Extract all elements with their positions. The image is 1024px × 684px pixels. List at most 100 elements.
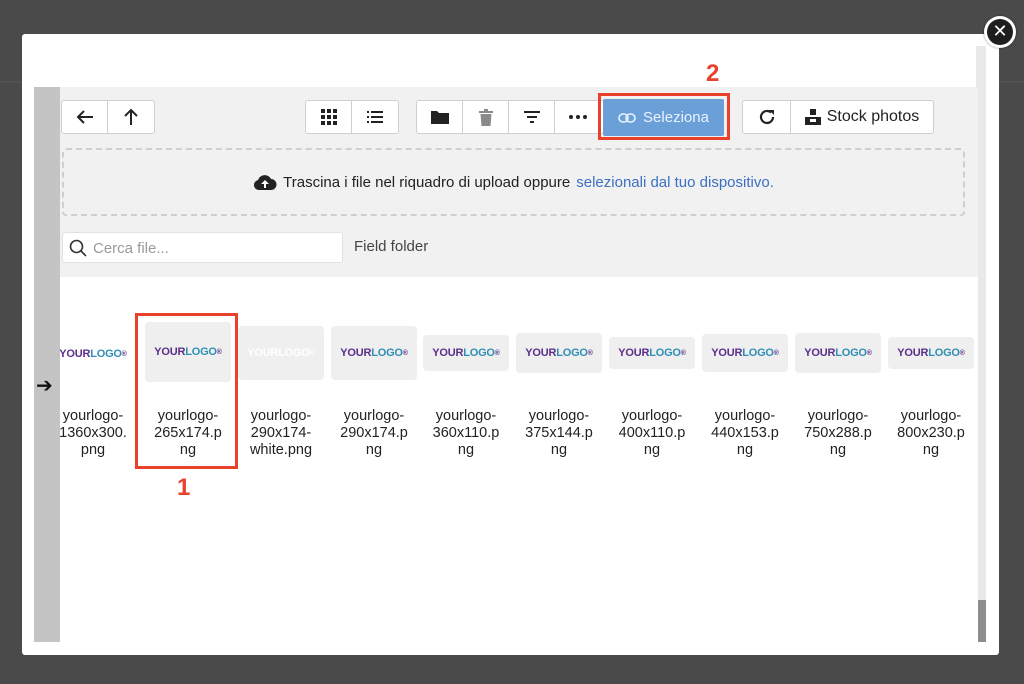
file-name-line: 375x144.p bbox=[525, 425, 593, 441]
stock-photos-icon bbox=[804, 109, 821, 125]
file-name-line: yourlogo- bbox=[807, 408, 869, 424]
select-from-device-link[interactable]: selezionali dal tuo dispositivo. bbox=[576, 174, 774, 191]
file-thumbnail[interactable]: YOUR LOGO ® bbox=[609, 337, 695, 369]
logo-text-your: YOUR bbox=[247, 347, 279, 359]
logo-text-your: YOUR bbox=[804, 347, 836, 359]
annotation-number-2: 2 bbox=[706, 60, 720, 87]
logo-text-logo: LOGO bbox=[556, 347, 588, 359]
logo-text-your: YOUR bbox=[340, 347, 372, 359]
folder-icon bbox=[430, 111, 449, 124]
cloud-upload-icon bbox=[254, 175, 277, 190]
logo-text-your: YOUR bbox=[618, 347, 650, 359]
view-toggle-group bbox=[305, 100, 399, 134]
logo-registered-mark: ® bbox=[866, 349, 872, 357]
logo-text-your: YOUR bbox=[897, 347, 929, 359]
delete-button[interactable] bbox=[463, 101, 509, 133]
file-name-line: yourlogo- bbox=[343, 408, 405, 424]
logo-registered-mark: ® bbox=[959, 349, 965, 357]
logo-registered-mark: ® bbox=[402, 349, 408, 357]
back-button[interactable] bbox=[62, 101, 108, 133]
file-name-line: 440x153.p bbox=[711, 425, 779, 441]
annotation-number-1: 1 bbox=[177, 474, 191, 501]
logo-text-your: YOUR bbox=[525, 347, 557, 359]
file-thumbnail[interactable]: YOUR LOGO ® bbox=[795, 333, 881, 373]
file-thumbnail[interactable]: YOUR LOGO ® bbox=[238, 326, 324, 380]
file-name-line: ng bbox=[829, 442, 847, 458]
dropzone-text: Trascina i file nel riquadro di upload o… bbox=[283, 173, 571, 191]
logo-registered-mark: ® bbox=[587, 349, 593, 357]
file-name-line: yourlogo- bbox=[621, 408, 683, 424]
logo-text-logo: LOGO bbox=[742, 347, 774, 359]
file-name[interactable]: yourlogo- 360x110.p ng bbox=[420, 408, 512, 459]
logo-registered-mark: ® bbox=[773, 349, 779, 357]
logo-text-your: YOUR bbox=[59, 348, 91, 360]
file-name[interactable]: yourlogo- 375x144.p ng bbox=[513, 408, 605, 459]
logo-text-logo: LOGO bbox=[463, 347, 495, 359]
expand-arrow-icon[interactable]: ➔ bbox=[36, 372, 53, 398]
file-name-line: ng bbox=[736, 442, 754, 458]
refresh-button[interactable] bbox=[742, 100, 790, 134]
stock-photos-label: Stock photos bbox=[826, 108, 920, 125]
file-name-line: png bbox=[80, 442, 106, 458]
arrow-left-icon bbox=[76, 110, 93, 124]
logo-text-logo: LOGO bbox=[835, 347, 867, 359]
file-name-line: 400x110.p bbox=[618, 425, 686, 441]
annotation-box-1 bbox=[135, 313, 238, 469]
file-name[interactable]: yourlogo- 750x288.p ng bbox=[792, 408, 884, 459]
logo-registered-mark: ® bbox=[680, 349, 686, 357]
more-options-button[interactable] bbox=[555, 101, 601, 133]
file-name[interactable]: yourlogo- 290x174.p ng bbox=[328, 408, 420, 459]
file-name-line: 360x110.p bbox=[432, 425, 500, 441]
file-name[interactable]: yourlogo- 400x110.p ng bbox=[606, 408, 698, 459]
file-name-line: ng bbox=[457, 442, 475, 458]
file-name-line: ng bbox=[365, 442, 383, 458]
file-name-line: yourlogo- bbox=[435, 408, 497, 424]
logo-registered-mark: ® bbox=[121, 350, 127, 358]
logo-text-your: YOUR bbox=[432, 347, 464, 359]
scrollbar-thumb[interactable] bbox=[978, 600, 986, 642]
file-name-line: 290x174.p bbox=[340, 425, 408, 441]
file-thumbnail[interactable]: YOUR LOGO ® bbox=[888, 337, 974, 369]
logo-text-logo: LOGO bbox=[278, 347, 310, 359]
file-name[interactable]: yourlogo- 290x174- white.png bbox=[235, 408, 327, 459]
file-name-line: ng bbox=[643, 442, 661, 458]
upload-dropzone[interactable]: Trascina i file nel riquadro di upload o… bbox=[62, 148, 965, 216]
file-name-line: 750x288.p bbox=[804, 425, 872, 441]
trash-icon bbox=[478, 108, 493, 126]
file-name-line: ng bbox=[922, 442, 940, 458]
file-name[interactable]: yourlogo- 1360x300. png bbox=[47, 408, 139, 459]
file-name-line: yourlogo- bbox=[528, 408, 590, 424]
file-name[interactable]: yourlogo- 440x153.p ng bbox=[699, 408, 791, 459]
file-thumbnail[interactable]: YOUR LOGO ® bbox=[54, 340, 132, 368]
file-actions-group bbox=[416, 100, 604, 134]
search-field[interactable] bbox=[62, 232, 343, 264]
up-button[interactable] bbox=[108, 101, 154, 133]
list-view-icon bbox=[367, 111, 383, 123]
logo-text-logo: LOGO bbox=[928, 347, 960, 359]
file-name-line: yourlogo- bbox=[900, 408, 962, 424]
file-name[interactable]: yourlogo- 800x230.p ng bbox=[885, 408, 977, 459]
file-thumbnail[interactable]: YOUR LOGO ® bbox=[331, 326, 417, 380]
close-icon: ✕ bbox=[987, 19, 1013, 45]
close-button[interactable]: ✕ bbox=[984, 16, 1016, 48]
navigation-button-group bbox=[61, 100, 155, 134]
file-name-line: 1360x300. bbox=[59, 425, 127, 441]
file-thumbnail[interactable]: YOUR LOGO ® bbox=[702, 334, 788, 372]
file-thumbnail[interactable]: YOUR LOGO ® bbox=[516, 333, 602, 373]
grid-view-button[interactable] bbox=[306, 101, 352, 133]
more-icon bbox=[569, 115, 587, 119]
filter-icon bbox=[523, 111, 540, 123]
file-name-line: 290x174- bbox=[250, 425, 312, 441]
refresh-icon bbox=[759, 109, 774, 125]
search-input[interactable] bbox=[91, 233, 340, 264]
list-view-button[interactable] bbox=[352, 101, 398, 133]
file-thumbnail[interactable]: YOUR LOGO ® bbox=[423, 335, 509, 371]
logo-text-logo: LOGO bbox=[371, 347, 403, 359]
logo-text-logo: LOGO bbox=[90, 348, 122, 360]
filter-button[interactable] bbox=[509, 101, 555, 133]
new-folder-button[interactable] bbox=[417, 101, 463, 133]
file-name-line: ng bbox=[550, 442, 568, 458]
stock-photos-button[interactable]: Stock photos bbox=[790, 100, 934, 134]
file-name-line: white.png bbox=[249, 442, 313, 458]
search-icon bbox=[69, 239, 87, 257]
